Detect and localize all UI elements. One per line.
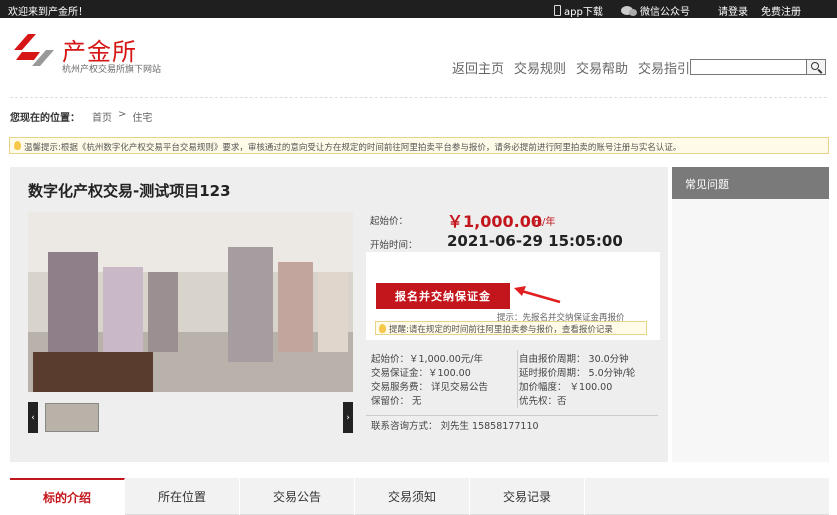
search-icon — [811, 62, 819, 70]
start-price-unit: 元/年 — [532, 217, 556, 228]
top-bar: 欢迎来到产金所！ app下载 微信公众号 请登录 免费注册 — [0, 0, 837, 18]
main-nav: 返回主页 交易规则 交易帮助 交易指引 — [452, 58, 690, 77]
contact-divider — [366, 415, 658, 416]
notice-text: 温馨提示:根据《杭州数字化产权交易平台交易规则》要求，审核通过的意向受让方在规定… — [24, 143, 682, 153]
tab-location[interactable]: 所在位置 — [125, 478, 240, 515]
logo-icon[interactable] — [12, 30, 56, 70]
welcome-text: 欢迎来到产金所！ — [8, 7, 88, 18]
tab-records[interactable]: 交易记录 — [470, 478, 585, 515]
breadcrumb-separator: > — [118, 109, 127, 120]
header: 产金所 杭州产权交易所旗下网站 返回主页 交易规则 交易帮助 交易指引 — [0, 18, 837, 93]
remind-bar: 提醒:请在规定的时间前往阿里拍卖参与报价，查看报价记录 — [375, 321, 647, 335]
wechat-label: 微信公众号 — [640, 7, 690, 18]
tab-notes[interactable]: 交易须知 — [355, 478, 470, 515]
thumbnail-strip: ‹ › — [28, 402, 353, 433]
detail-service-fee: 交易服务费： 详见交易公告 — [371, 382, 489, 393]
start-price-label: 起始价： — [370, 216, 409, 227]
wechat-icon — [621, 6, 637, 16]
remind-text: 提醒:请在规定的时间前往阿里拍卖参与报价，查看报价记录 — [389, 325, 613, 335]
pointer-arrow-icon — [514, 286, 561, 304]
detail-reserve-price: 保留价： 无 — [371, 396, 422, 407]
wechat-link[interactable]: 微信公众号 — [621, 3, 690, 18]
breadcrumb: 您现在的位置： 首页 > 住宅 — [10, 109, 152, 124]
detail-start-price: 起始价：￥1,000.00元/年 — [371, 354, 484, 365]
start-price-value: ￥1,000.00 — [447, 212, 542, 231]
header-divider — [10, 97, 827, 98]
app-download-link[interactable]: app下载 — [554, 3, 603, 18]
nav-help[interactable]: 交易帮助 — [576, 58, 628, 77]
start-time-value: 2021-06-29 15:05:00 — [447, 232, 623, 250]
breadcrumb-label: 您现在的位置： — [10, 113, 80, 124]
nav-guide[interactable]: 交易指引 — [638, 58, 690, 77]
chevron-right-icon: › — [346, 412, 350, 423]
faq-body — [672, 199, 829, 462]
search-button[interactable] — [807, 59, 826, 75]
notice-bar: 温馨提示:根据《杭州数字化产权交易平台交易规则》要求，审核通过的意向受让方在规定… — [9, 137, 829, 154]
login-link[interactable]: 请登录 — [718, 3, 748, 18]
lightbulb-icon — [379, 324, 386, 333]
lightbulb-icon — [14, 141, 21, 150]
detail-free-bid-period: 自由报价周期： 30.0分钟 — [519, 354, 629, 365]
gallery-prev-button[interactable]: ‹ — [28, 402, 38, 433]
register-link[interactable]: 免费注册 — [761, 3, 801, 18]
nav-rules[interactable]: 交易规则 — [514, 58, 566, 77]
faq-header[interactable]: 常见问题 — [672, 167, 829, 199]
app-download-label: app下载 — [564, 7, 603, 18]
tab-introduction[interactable]: 标的介绍 — [10, 478, 125, 515]
breadcrumb-home[interactable]: 首页 — [92, 109, 112, 124]
detail-increment: 加价幅度： ￥100.00 — [519, 382, 613, 393]
detail-tabs: 标的介绍 所在位置 交易公告 交易须知 交易记录 — [10, 478, 829, 515]
chevron-left-icon: ‹ — [31, 412, 35, 423]
project-title: 数字化产权交易-测试项目123 — [28, 182, 231, 200]
logo-subtitle: 杭州产权交易所旗下网站 — [62, 65, 162, 75]
thumbnail-image[interactable] — [45, 403, 99, 432]
detail-delay-bid-period: 延时报价周期： 5.0分钟/轮 — [519, 368, 636, 379]
nav-home[interactable]: 返回主页 — [452, 58, 504, 77]
tab-announcement[interactable]: 交易公告 — [240, 478, 355, 515]
details-divider — [517, 350, 518, 408]
detail-priority: 优先权：否 — [519, 396, 567, 407]
breadcrumb-current[interactable]: 住宅 — [132, 109, 152, 124]
start-time-label: 开始时间： — [370, 240, 418, 251]
contact-info: 联系咨询方式： 刘先生 15858177110 — [371, 421, 539, 432]
register-deposit-button[interactable]: 报名并交纳保证金 — [376, 283, 510, 309]
detail-deposit: 交易保证金：￥100.00 — [371, 368, 471, 379]
project-photo — [28, 212, 353, 392]
gallery-next-button[interactable]: › — [343, 402, 353, 433]
search-input[interactable] — [690, 59, 807, 75]
phone-icon — [554, 5, 561, 16]
